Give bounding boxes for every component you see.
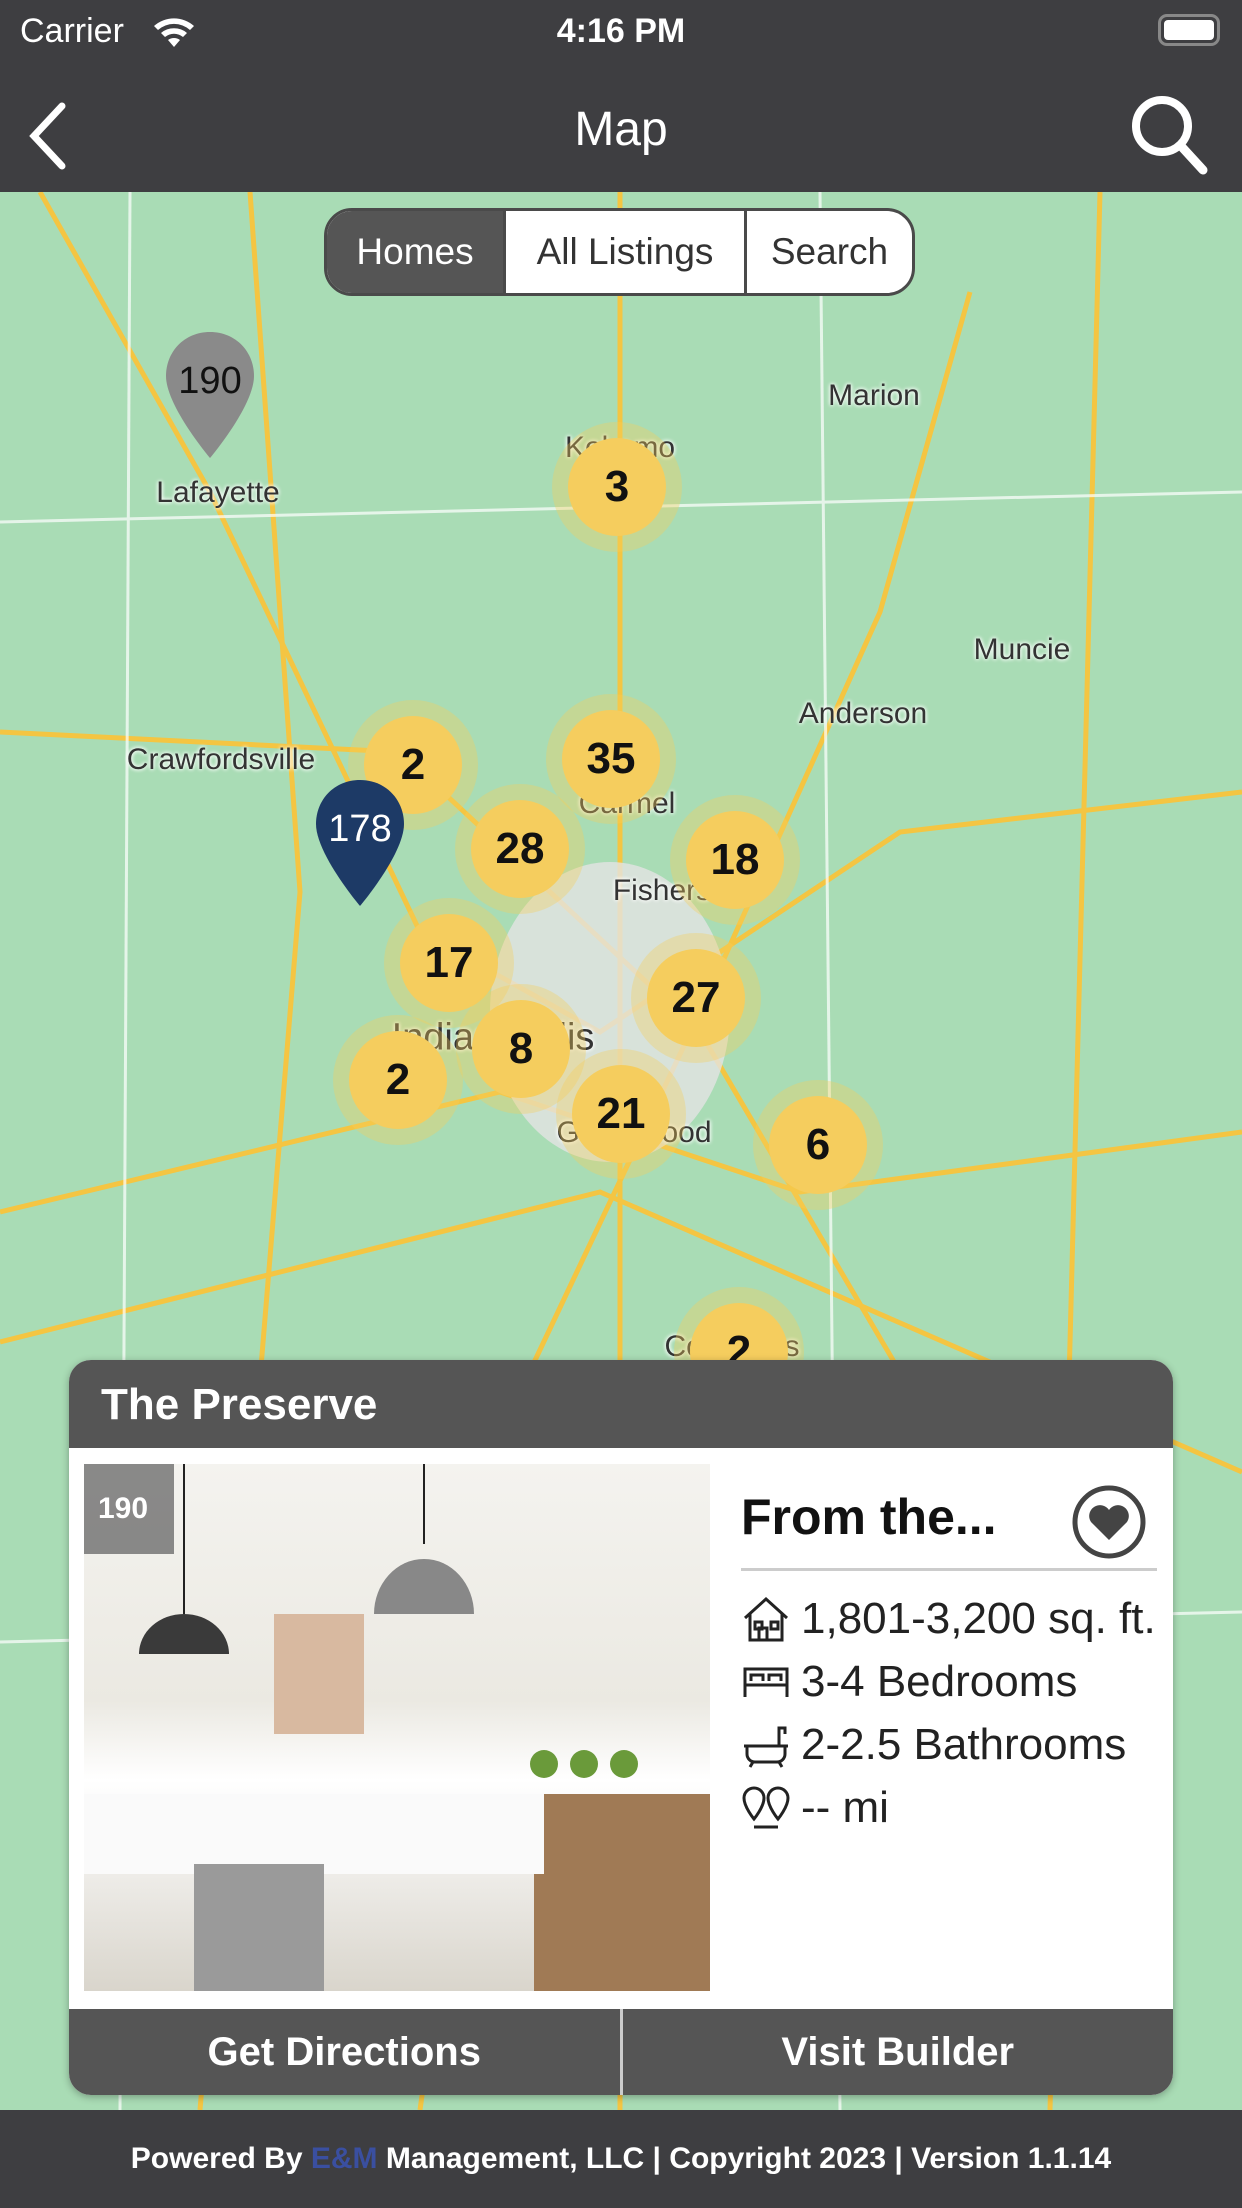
place-label: Anderson xyxy=(798,697,928,730)
bathtub-icon xyxy=(744,1726,788,1768)
listing-info: From the... 1,801-3,200 sq. ft. 3-4 Bedr… xyxy=(741,1464,1173,1839)
segment-all-listings[interactable]: All Listings xyxy=(503,211,744,293)
cluster-marker[interactable]: 6 xyxy=(753,1080,883,1210)
photo-count-badge: 190 xyxy=(84,1464,174,1554)
place-label: Crawfordsville xyxy=(126,743,316,776)
footer: Powered By E&M Management, LLC | Copyrig… xyxy=(0,2110,1242,2208)
place-label: Marion xyxy=(828,379,920,412)
search-icon[interactable] xyxy=(1126,88,1212,178)
cluster-marker[interactable]: 18 xyxy=(670,795,800,925)
listing-photo[interactable]: 190 xyxy=(84,1464,710,1991)
navigation-bar: Map xyxy=(0,80,1242,192)
cluster-marker[interactable]: 27 xyxy=(631,933,761,1063)
brand-logo-text: E&M xyxy=(310,2142,378,2175)
place-label: Lafayette xyxy=(156,476,280,509)
segment-search[interactable]: Search xyxy=(744,211,912,293)
visit-builder-button[interactable]: Visit Builder xyxy=(622,2009,1173,2095)
place-label: Muncie xyxy=(973,633,1071,666)
segment-homes[interactable]: Homes xyxy=(327,211,503,293)
map-pin-navy[interactable]: 178 xyxy=(314,778,406,908)
cluster-marker[interactable]: 21 xyxy=(556,1049,686,1179)
bed-icon xyxy=(743,1667,789,1697)
card-actions: Get Directions Visit Builder xyxy=(69,2009,1173,2095)
clock: 4:16 PM xyxy=(556,12,686,50)
divider xyxy=(741,1568,1157,1571)
status-bar: Carrier 4:16 PM xyxy=(0,0,1242,80)
cluster-marker[interactable]: 28 xyxy=(455,784,585,914)
kitchen-photo xyxy=(84,1464,710,1991)
listing-title: The Preserve xyxy=(69,1360,1173,1448)
house-icon xyxy=(743,1596,789,1641)
distance-pins-icon xyxy=(742,1786,790,1828)
feature-bathrooms: 2-2.5 Bathrooms xyxy=(741,1713,1173,1776)
get-directions-button[interactable]: Get Directions xyxy=(69,2009,620,2095)
cluster-marker[interactable]: 3 xyxy=(552,422,682,552)
map-pin-gray[interactable]: 190 xyxy=(164,330,256,460)
feature-sqft: 1,801-3,200 sq. ft. xyxy=(741,1587,1173,1650)
feature-distance: -- mi xyxy=(741,1776,1173,1839)
segmented-control: Homes All Listings Search xyxy=(324,208,915,296)
cluster-marker[interactable]: 2 xyxy=(333,1015,463,1145)
battery-icon xyxy=(1158,14,1220,46)
heart-icon[interactable] xyxy=(1071,1484,1147,1560)
feature-bedrooms: 3-4 Bedrooms xyxy=(741,1650,1173,1713)
listing-card[interactable]: The Preserve 190 From the... 1,801-3,200… xyxy=(69,1360,1173,2095)
page-title: Map xyxy=(574,103,668,156)
